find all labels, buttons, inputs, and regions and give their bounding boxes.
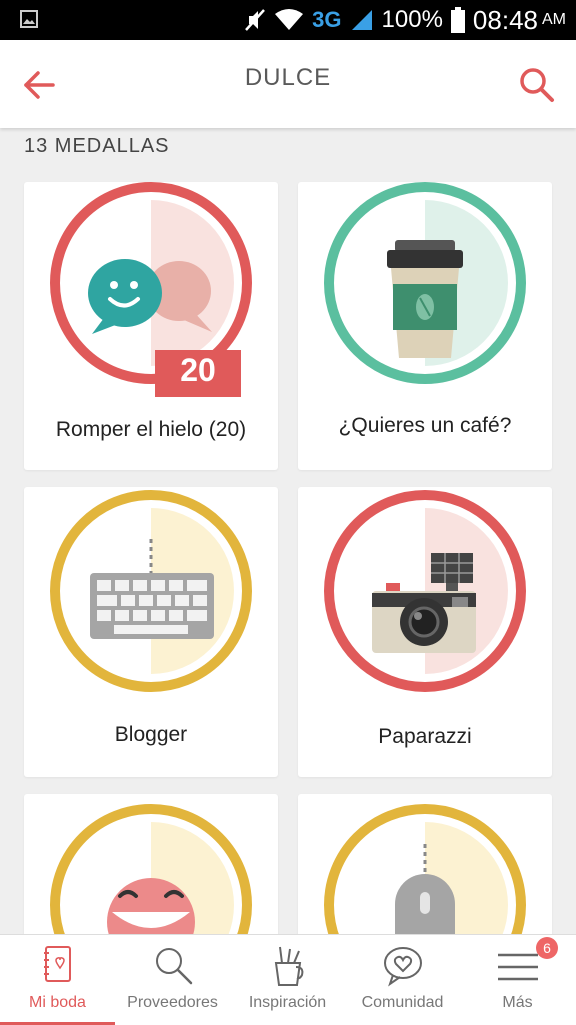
battery-percent: 100% [381, 6, 443, 33]
camera-icon [372, 553, 476, 653]
nav-label: Comunidad [361, 994, 444, 1011]
signal-icon [351, 10, 372, 30]
medal-card[interactable]: Paparazzi [298, 487, 552, 777]
medal-badge [324, 490, 526, 692]
battery-icon [450, 7, 465, 33]
nav-item-inspiracion[interactable]: Inspiración [230, 935, 345, 1025]
notebook-icon [43, 946, 71, 982]
nav-label: Proveedores [127, 994, 218, 1011]
heart-chat-icon [383, 947, 422, 987]
nav-label: Inspiración [248, 994, 327, 1011]
gallery-notification-icon [20, 10, 38, 28]
medal-card[interactable]: Blogger [24, 487, 278, 777]
coffee-cup-icon [387, 240, 463, 358]
medal-name: Romper el hielo (20) [55, 418, 247, 441]
medal-level-text: 20 [180, 352, 216, 388]
bottom-navigation: Mi boda Proveedores Inspiración Comunida… [0, 934, 576, 1025]
nav-item-mas[interactable]: 6 Más [460, 935, 575, 1025]
medal-card[interactable]: ¿Quieres un café? [298, 182, 552, 470]
search-icon [155, 948, 192, 985]
medal-badge [324, 182, 526, 384]
medal-badge [50, 490, 252, 692]
clock: 08:48 [472, 4, 538, 35]
clock-ampm: AM [542, 11, 566, 28]
nav-label: Más [502, 994, 533, 1011]
notification-badge: 6 [536, 937, 558, 959]
page-title: DULCE [244, 64, 332, 91]
status-bar: 3G 100% 08:48 AM [0, 0, 576, 40]
medal-name: ¿Quieres un café? [338, 414, 512, 437]
app-bar: DULCE [0, 40, 576, 128]
medal-name: Blogger [114, 723, 188, 746]
nav-item-mi-boda[interactable]: Mi boda [0, 935, 115, 1025]
medal-name: Paparazzi [378, 725, 472, 748]
network-type: 3G [312, 7, 342, 32]
nav-item-proveedores[interactable]: Proveedores [115, 935, 230, 1025]
nav-item-comunidad[interactable]: Comunidad [345, 935, 460, 1025]
chat-bubbles-icon [88, 259, 212, 334]
medal-count: 13 MEDALLAS [24, 135, 170, 157]
nav-label: Mi boda [29, 994, 86, 1011]
search-icon[interactable] [518, 66, 556, 104]
mute-icon [245, 9, 266, 31]
medal-card[interactable]: 20 Romper el hielo (20) [24, 182, 278, 470]
menu-icon [497, 953, 538, 981]
pencil-cup-icon [274, 946, 303, 986]
wifi-icon [275, 9, 304, 30]
